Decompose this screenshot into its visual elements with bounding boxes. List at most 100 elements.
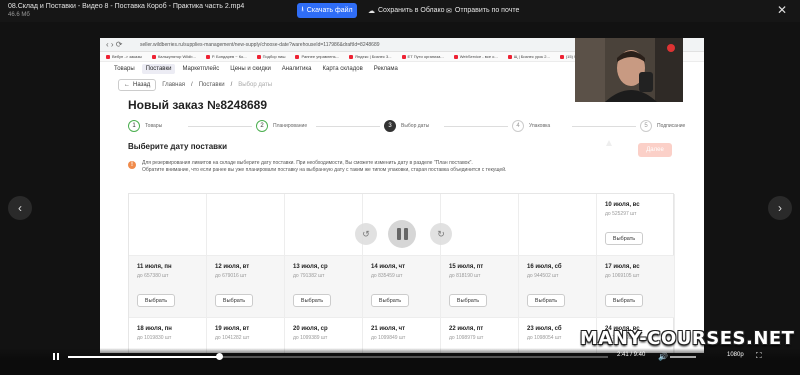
step-item: 3 Выбор даты	[384, 120, 429, 132]
bookmark-item[interactable]: Щ | Бизнес урок 2...	[507, 54, 550, 59]
nav-tab[interactable]: Карта складов	[319, 64, 367, 74]
next-button[interactable]: Далее	[638, 143, 672, 157]
back-button[interactable]: ← Назад	[118, 79, 157, 91]
browser-nav-icons: ‹ › ⟳	[106, 40, 123, 49]
step-label: Упаковка	[529, 123, 551, 129]
step-number: 5	[640, 120, 652, 132]
bookmark-item[interactable]: Калькулятор Wildb...	[151, 54, 196, 59]
choose-date-button[interactable]: Выбрать	[293, 294, 331, 307]
pause-icon[interactable]	[388, 220, 416, 248]
breadcrumb-item-current: Выбор даты	[238, 82, 273, 88]
save-to-cloud-button[interactable]: ☁ Сохранить в Облако	[368, 3, 445, 18]
notice-line-2: Обратите внимание, что если ранее вы уже…	[142, 167, 507, 173]
date-cell: 13 июля, ср до 791382 шт Выбрать	[285, 256, 363, 318]
choose-date-button[interactable]: Выбрать	[449, 294, 487, 307]
limit-label: до 944502 шт	[527, 273, 559, 279]
progress-track[interactable]	[68, 353, 608, 360]
time-display: 2:41 / 9:40	[617, 352, 646, 358]
bookmark-item[interactable]: Яндекс | Бизнес 3...	[349, 54, 392, 59]
presenter-image	[575, 38, 683, 102]
save-cloud-label: Сохранить в Облако	[378, 7, 445, 14]
date-cell: 17 июля, вс до 1069105 шт Выбрать	[597, 256, 675, 318]
date-label: 15 июля, пт	[449, 264, 484, 270]
notice-text: Для резервирования лимитов на складе выб…	[142, 160, 506, 174]
send-by-mail-button[interactable]: ✉ Отправить по почте	[446, 3, 519, 18]
arrow-left-icon: ←	[124, 82, 130, 88]
limit-label: до 1041282 шт	[215, 335, 250, 341]
bookmark-item[interactable]: Раннее управлень...	[295, 54, 339, 59]
file-size: 46.6 Мб	[8, 12, 30, 18]
bookmark-item[interactable]: Р. Бондарев ~ Ко...	[205, 54, 247, 59]
bookmark-item[interactable]: Вебун -> заказы	[106, 54, 142, 59]
limit-label: до 657380 шт	[137, 273, 169, 279]
date-label: 13 июля, ср	[293, 264, 328, 270]
rewind-icon[interactable]: ↺	[355, 223, 377, 245]
step-label: Товары	[145, 123, 163, 129]
limit-label: до 1099849 шт	[371, 335, 406, 341]
date-label: 18 июля, пн	[137, 326, 172, 332]
download-button[interactable]: ⭳ Скачать файл	[297, 3, 357, 18]
progress-fill	[68, 356, 220, 358]
date-label: 22 июля, пт	[449, 326, 484, 332]
bookmark-item[interactable]: Подбор ниш	[256, 54, 286, 59]
volume-slider[interactable]	[670, 356, 696, 358]
step-connector	[572, 126, 636, 127]
date-label: 12 июля, вт	[215, 264, 250, 270]
nav-tab[interactable]: Аналитика	[278, 64, 316, 74]
date-label: 20 июля, ср	[293, 326, 328, 332]
date-cell: 12 июля, вт до 679016 шт Выбрать	[207, 256, 285, 318]
empty-cell	[519, 194, 597, 256]
limit-label: до 679016 шт	[215, 273, 247, 279]
date-cell: 16 июля, сб до 944502 шт Выбрать	[519, 256, 597, 318]
breadcrumb: ← Назад Главная / Поставки / Выбор даты	[118, 79, 272, 91]
cloud-icon: ☁	[368, 7, 375, 15]
warning-icon: !	[128, 161, 136, 169]
player-controls	[0, 348, 800, 375]
bookmark-item[interactable]: WebService - все о...	[453, 54, 498, 59]
choose-date-button[interactable]: Выбрать	[605, 232, 643, 245]
step-label: Подписание	[657, 123, 686, 129]
download-label: Скачать файл	[306, 7, 353, 14]
send-mail-label: Отправить по почте	[454, 7, 520, 14]
breadcrumb-item-home[interactable]: Главная	[162, 82, 185, 88]
nav-tab[interactable]: Цены и скидки	[226, 64, 275, 74]
choose-date-button[interactable]: Выбрать	[371, 294, 409, 307]
choose-date-button[interactable]: Выбрать	[215, 294, 253, 307]
date-label: 10 июля, вс	[605, 202, 640, 208]
bookmark-label: WebService - все о...	[459, 54, 498, 59]
notice-line-1: Для резервирования лимитов на складе выб…	[142, 160, 473, 166]
limit-label: до 1098054 шт	[527, 335, 562, 341]
quality-selector[interactable]: 1080p	[727, 352, 744, 358]
forward-icon[interactable]: ↻	[430, 223, 452, 245]
section-title: Выберите дату поставки	[128, 142, 227, 151]
nav-tab[interactable]: Поставки	[141, 64, 176, 74]
breadcrumb-item-supplies[interactable]: Поставки	[199, 82, 225, 88]
bookmark-label: Вебун -> заказы	[112, 54, 142, 59]
nav-tab[interactable]: Товары	[110, 64, 139, 74]
prev-arrow-icon[interactable]: ‹	[8, 196, 32, 220]
limit-label: до 1019830 шт	[137, 335, 172, 341]
bookmark-item[interactable]: ЕТ Пути организа...	[401, 54, 444, 59]
date-label: 11 июля, пн	[137, 264, 172, 270]
step-item: 2 Планирование	[256, 120, 307, 132]
stepper: 1 Товары 2 Планирование 3 Выбор даты 4 Упаковка…	[128, 120, 685, 134]
webcam-overlay	[575, 38, 683, 102]
choose-date-button[interactable]: Выбрать	[605, 294, 643, 307]
limit-label: до 1098979 шт	[449, 335, 484, 341]
close-icon[interactable]: ✕	[777, 3, 787, 17]
next-arrow-icon[interactable]: ›	[768, 196, 792, 220]
nav-tab[interactable]: Реклама	[370, 64, 402, 74]
step-label: Планирование	[273, 123, 308, 129]
volume-icon[interactable]: 🔊	[658, 352, 668, 361]
pause-icon[interactable]	[53, 353, 59, 360]
step-item: 5 Подписание	[640, 120, 685, 132]
step-number: 3	[384, 120, 396, 132]
choose-date-button[interactable]: Выбрать	[527, 294, 565, 307]
nav-tab[interactable]: Маркетплейс	[178, 64, 223, 74]
empty-cell	[207, 194, 285, 256]
download-icon: ⭳	[301, 6, 304, 13]
choose-date-button[interactable]: Выбрать	[137, 294, 175, 307]
bookmark-label: Подбор ниш	[262, 54, 286, 59]
step-number: 4	[512, 120, 524, 132]
fullscreen-icon[interactable]: ⛶	[756, 351, 762, 361]
